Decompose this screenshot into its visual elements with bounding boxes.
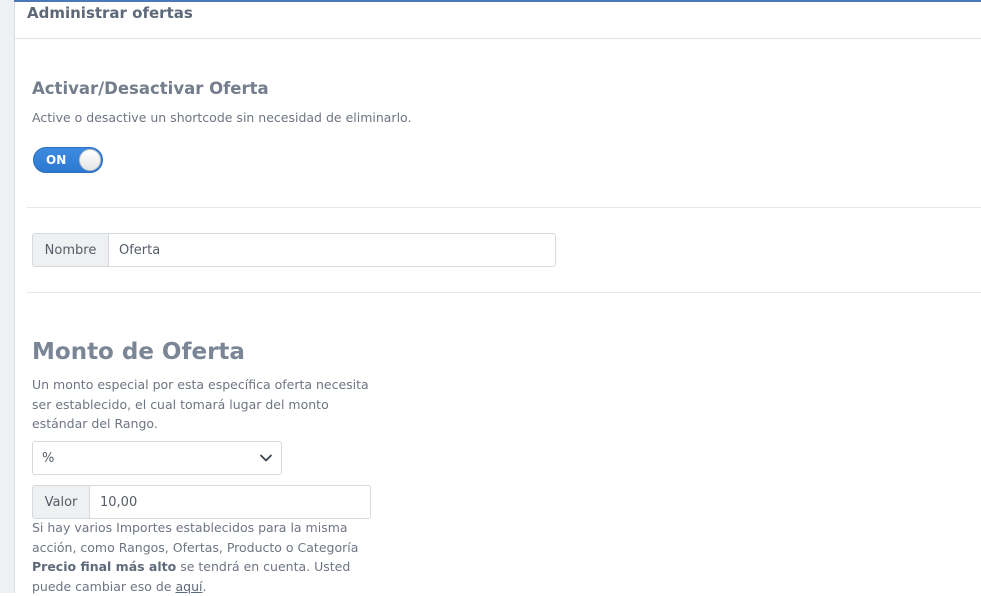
activate-section-description: Active o desactive un shortcode sin nece… xyxy=(32,110,412,125)
amount-section-title: Monto de Oferta xyxy=(32,339,245,365)
toggle-knob xyxy=(79,149,101,171)
amount-type-selected-value: % xyxy=(42,451,55,466)
page-header: Administrar ofertas xyxy=(15,2,981,39)
amount-note: Si hay varios Importes establecidos para… xyxy=(32,518,372,596)
left-gutter xyxy=(0,0,15,593)
value-input-group: Valor xyxy=(32,485,371,519)
amount-note-end: . xyxy=(202,578,207,594)
toggle-label: ON xyxy=(46,153,67,167)
amount-type-select[interactable]: % xyxy=(32,441,282,475)
value-field-label: Valor xyxy=(33,486,90,518)
chevron-down-icon xyxy=(260,454,272,462)
amount-note-text: Si hay varios Importes establecidos para… xyxy=(32,520,359,555)
name-field-label: Nombre xyxy=(33,234,109,266)
activate-section-title: Activar/Desactivar Oferta xyxy=(32,79,269,98)
page-title: Administrar ofertas xyxy=(27,4,193,22)
value-input[interactable] xyxy=(90,486,370,518)
offer-active-toggle[interactable]: ON xyxy=(33,147,103,173)
divider xyxy=(27,207,981,208)
name-input[interactable] xyxy=(109,234,555,266)
divider xyxy=(27,292,981,293)
amount-section-description: Un monto especial por esta específica of… xyxy=(32,377,369,431)
amount-note-emphasis: Precio final más alto xyxy=(32,559,177,574)
name-input-group: Nombre xyxy=(32,233,556,267)
change-setting-link[interactable]: aquí xyxy=(175,579,202,594)
